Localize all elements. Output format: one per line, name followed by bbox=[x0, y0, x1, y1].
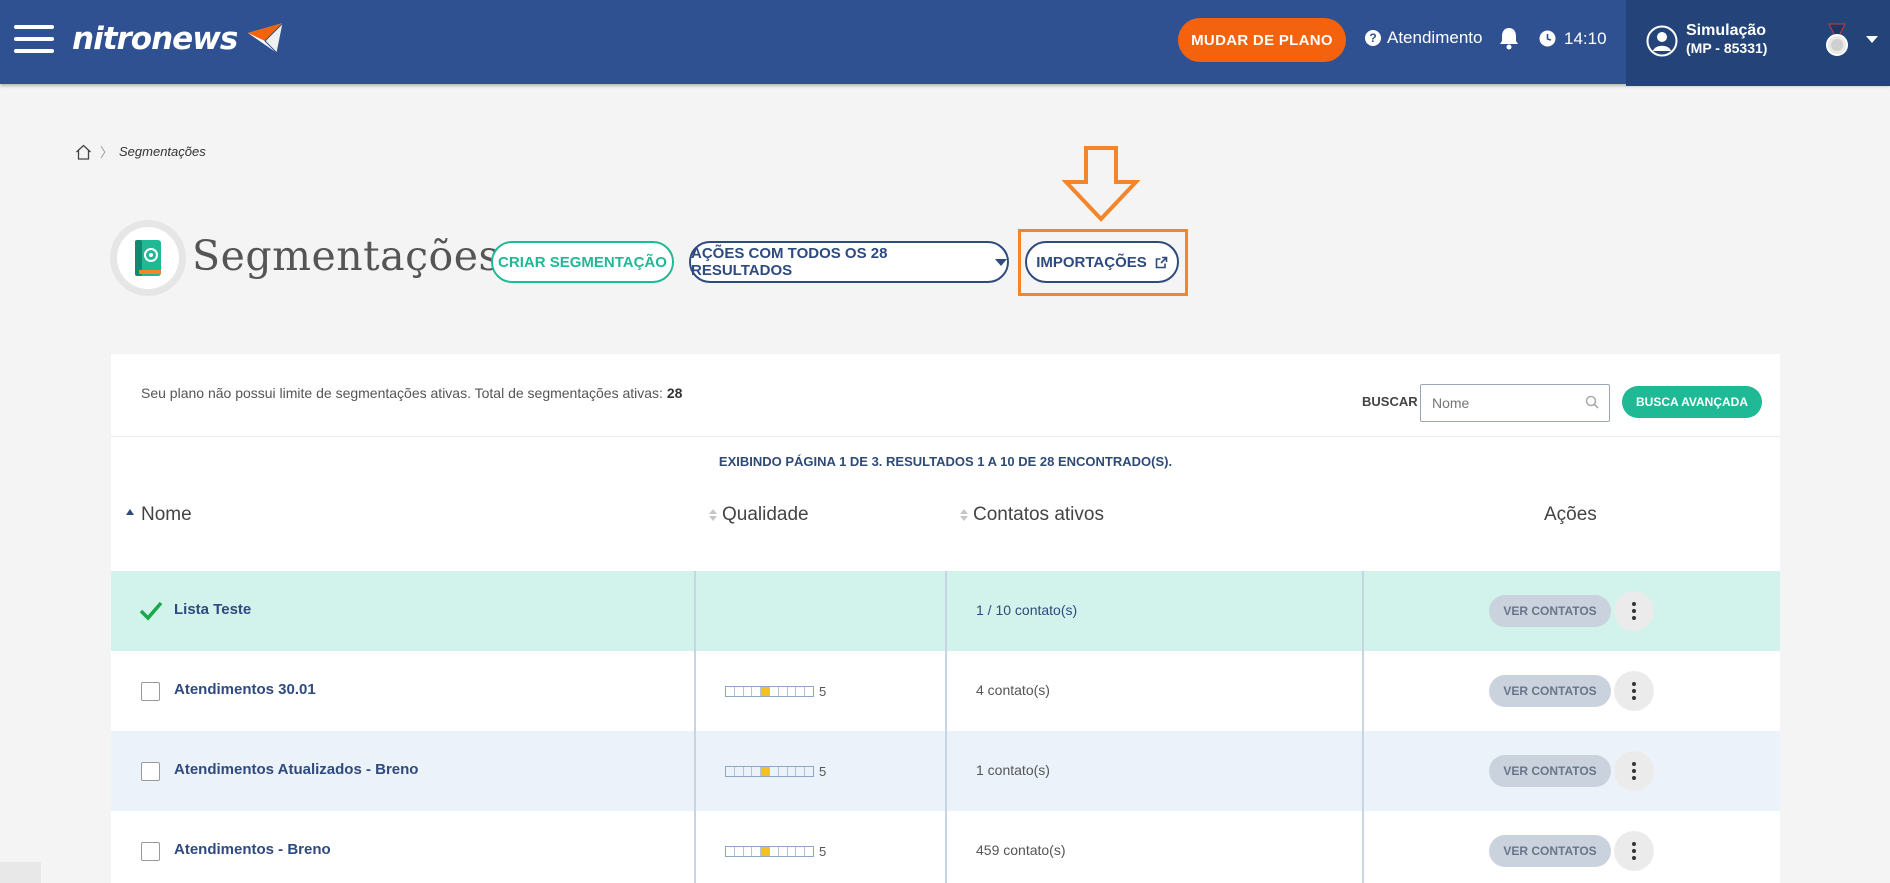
user-menu-caret-icon[interactable] bbox=[1866, 36, 1878, 43]
advanced-search-button[interactable]: BUSCA AVANÇADA bbox=[1622, 386, 1762, 418]
row-name-link[interactable]: Atendimentos 30.01 bbox=[174, 681, 316, 698]
row-checkbox[interactable] bbox=[141, 842, 160, 861]
brand-logo[interactable]: nitronews bbox=[72, 16, 289, 62]
column-header-actions-label: Ações bbox=[1544, 504, 1597, 525]
breadcrumb: 〉 Segmentações bbox=[75, 142, 206, 161]
column-header-name[interactable]: Nome bbox=[126, 504, 192, 526]
imports-label: IMPORTAÇÕES bbox=[1036, 253, 1147, 271]
view-contacts-button[interactable]: VER CONTATOS bbox=[1489, 595, 1611, 627]
row-contacts: 1 contato(s) bbox=[976, 762, 1050, 778]
search-field[interactable] bbox=[1420, 384, 1610, 422]
medal-icon bbox=[1826, 23, 1848, 56]
change-plan-button[interactable]: MUDAR DE PLANO bbox=[1178, 18, 1346, 62]
column-header-actions: Ações bbox=[1544, 504, 1597, 526]
quality-indicator: 5 bbox=[725, 764, 826, 779]
hamburger-menu-icon[interactable] bbox=[14, 25, 54, 55]
quality-indicator: 5 bbox=[725, 684, 826, 699]
question-circle-icon: ? bbox=[1365, 30, 1381, 46]
feedback-tab[interactable] bbox=[0, 862, 41, 883]
search-input[interactable] bbox=[1421, 385, 1571, 421]
column-header-name-label: Nome bbox=[141, 504, 192, 525]
quality-bar bbox=[725, 766, 814, 777]
plan-info-label: Seu plano não possui limite de segmentaç… bbox=[141, 385, 663, 401]
clock-icon bbox=[1539, 30, 1556, 47]
row-name-link[interactable]: Lista Teste bbox=[174, 601, 251, 618]
row-contacts: 459 contato(s) bbox=[976, 842, 1066, 858]
quality-value: 5 bbox=[819, 844, 827, 859]
brand-name: nitronews bbox=[72, 21, 238, 57]
notification-bell-icon[interactable] bbox=[1498, 26, 1520, 50]
bulk-actions-label: AÇÕES COM TODOS OS 28 RESULTADOS bbox=[691, 245, 888, 279]
more-options-icon[interactable] bbox=[1614, 671, 1654, 711]
row-checkbox[interactable] bbox=[141, 762, 160, 781]
address-book-icon bbox=[135, 240, 161, 276]
user-name: Simulação bbox=[1686, 22, 1767, 39]
quality-value: 5 bbox=[819, 764, 827, 779]
row-contacts: 1 / 10 contato(s) bbox=[976, 602, 1078, 618]
pagination-info: EXIBINDO PÁGINA 1 DE 3. RESULTADOS 1 A 1… bbox=[718, 454, 1173, 469]
view-contacts-button[interactable]: VER CONTATOS bbox=[1489, 835, 1611, 867]
column-header-contacts-label: Contatos ativos bbox=[973, 504, 1104, 525]
view-contacts-button[interactable]: VER CONTATOS bbox=[1489, 675, 1611, 707]
quality-indicator: 5 bbox=[725, 844, 826, 859]
search-label: BUSCAR bbox=[1362, 394, 1418, 409]
row-name-link[interactable]: Atendimentos Atualizados - Breno bbox=[174, 761, 418, 778]
column-header-quality-label: Qualidade bbox=[722, 504, 809, 525]
current-time: 14:10 bbox=[1564, 29, 1607, 48]
checkmark-icon[interactable] bbox=[139, 600, 163, 622]
segmentations-card: Seu plano não possui limite de segmentaç… bbox=[111, 354, 1780, 883]
create-segmentation-button[interactable]: CRIAR SEGMENTAÇÃO bbox=[491, 241, 674, 283]
home-icon[interactable] bbox=[75, 144, 92, 160]
column-divider bbox=[1362, 571, 1364, 883]
column-header-quality[interactable]: Qualidade bbox=[709, 504, 809, 526]
divider bbox=[111, 436, 1780, 437]
down-arrow-annotation-icon bbox=[1062, 146, 1140, 222]
support-label: Atendimento bbox=[1387, 28, 1483, 47]
top-navigation-bar: nitronews MUDAR DE PLANO ? Atendimento 1… bbox=[0, 0, 1890, 86]
row-contacts: 4 contato(s) bbox=[976, 682, 1050, 698]
caret-down-icon bbox=[995, 258, 1007, 266]
view-contacts-button[interactable]: VER CONTATOS bbox=[1489, 755, 1611, 787]
row-name-link[interactable]: Atendimentos - Breno bbox=[174, 841, 331, 858]
quality-bar bbox=[725, 846, 814, 857]
column-divider bbox=[694, 571, 696, 883]
segmentation-page-icon bbox=[110, 220, 186, 296]
quality-bar bbox=[725, 686, 814, 697]
external-link-icon bbox=[1155, 256, 1168, 268]
imports-button[interactable]: IMPORTAÇÕES bbox=[1025, 241, 1179, 283]
sort-icon bbox=[709, 509, 717, 521]
breadcrumb-separator: 〉 bbox=[100, 145, 114, 160]
quality-value: 5 bbox=[819, 684, 827, 699]
paper-plane-logo-icon bbox=[248, 21, 285, 55]
page-title: Segmentações bbox=[192, 232, 501, 280]
column-divider bbox=[945, 571, 947, 883]
sort-ascending-icon bbox=[126, 509, 134, 515]
row-checkbox[interactable] bbox=[141, 682, 160, 701]
more-options-icon[interactable] bbox=[1614, 591, 1654, 631]
sort-icon bbox=[960, 509, 968, 521]
user-avatar-icon bbox=[1646, 25, 1678, 57]
bulk-actions-dropdown[interactable]: AÇÕES COM TODOS OS 28 RESULTADOS bbox=[689, 241, 1009, 283]
user-account-id: (MP - 85331) bbox=[1686, 40, 1768, 56]
more-options-icon[interactable] bbox=[1614, 831, 1654, 871]
user-menu[interactable]: Simulação (MP - 85331) bbox=[1626, 0, 1890, 86]
active-segmentations-count: 28 bbox=[666, 385, 683, 401]
plan-info-text: Seu plano não possui limite de segmentaç… bbox=[141, 385, 682, 401]
search-icon[interactable] bbox=[1585, 395, 1599, 409]
support-link[interactable]: ? Atendimento bbox=[1365, 28, 1482, 48]
more-options-icon[interactable] bbox=[1614, 751, 1654, 791]
column-header-contacts[interactable]: Contatos ativos bbox=[960, 504, 1104, 526]
breadcrumb-current: Segmentações bbox=[119, 144, 206, 159]
